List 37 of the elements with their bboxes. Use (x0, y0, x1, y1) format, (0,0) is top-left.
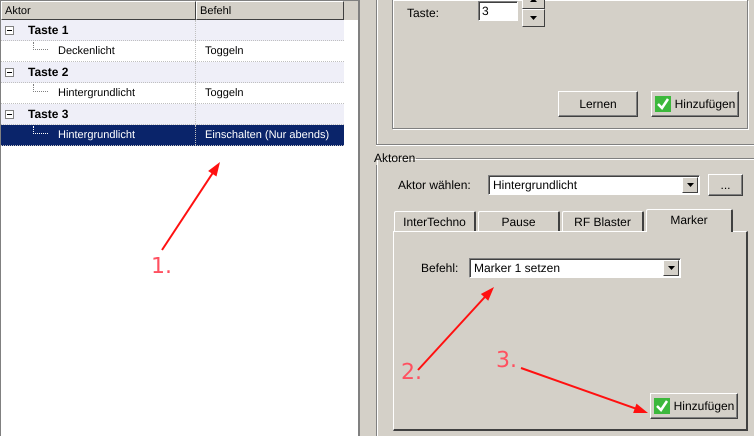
collapse-icon[interactable] (5, 110, 14, 118)
field-label: Taste: (407, 6, 440, 20)
tree-item-label: Deckenlicht (58, 44, 115, 59)
add-button[interactable]: Hinzufügen (650, 393, 738, 419)
spin-down-button[interactable] (522, 9, 545, 27)
collapse-icon[interactable] (5, 68, 14, 76)
down-arrow-icon (530, 16, 537, 20)
dropdown[interactable]: Marker 1 setzen (469, 258, 681, 278)
annotation-label: 3. (496, 348, 517, 373)
tab[interactable]: Marker (646, 209, 733, 232)
collapse-icon[interactable] (5, 26, 14, 34)
tree-group-label[interactable]: Taste 2 (28, 62, 68, 82)
tree-item-label: Hintergrundlicht (58, 128, 136, 143)
add-button[interactable]: Hinzufügen (651, 91, 739, 117)
column-header[interactable]: Befehl (196, 1, 344, 20)
tree-group-label[interactable]: Taste 1 (28, 20, 68, 40)
tree-item-label: Hintergrundlicht (58, 86, 136, 101)
checkmark-icon (654, 398, 670, 414)
tab[interactable]: Pause (478, 211, 560, 231)
command-text: Toggeln (205, 44, 244, 59)
checkmark-icon (654, 96, 671, 112)
learn-button[interactable]: Lernen (558, 91, 638, 117)
field-label: Befehl: (421, 261, 460, 275)
command-text: Toggeln (205, 86, 244, 101)
dropdown[interactable]: Hintergrundlicht (488, 175, 700, 195)
tab[interactable]: RF Blaster (562, 211, 644, 231)
tab[interactable]: InterTechno (394, 211, 476, 231)
tree-group-label[interactable]: Taste 3 (28, 104, 68, 124)
group-title: Aktoren (373, 151, 416, 165)
annotation-label: 1. (151, 254, 172, 279)
number-field[interactable]: 3 (478, 1, 518, 21)
tree-row[interactable]: Hintergrundlicht Einschalten (Nur abends) (1, 125, 344, 146)
command-text: Einschalten (Nur abends) (205, 128, 330, 143)
browse-button[interactable]: ... (708, 174, 743, 196)
column-header[interactable]: Aktor (1, 1, 196, 20)
annotation-label: 2. (401, 360, 422, 385)
field-label: Aktor wählen: (398, 178, 472, 192)
